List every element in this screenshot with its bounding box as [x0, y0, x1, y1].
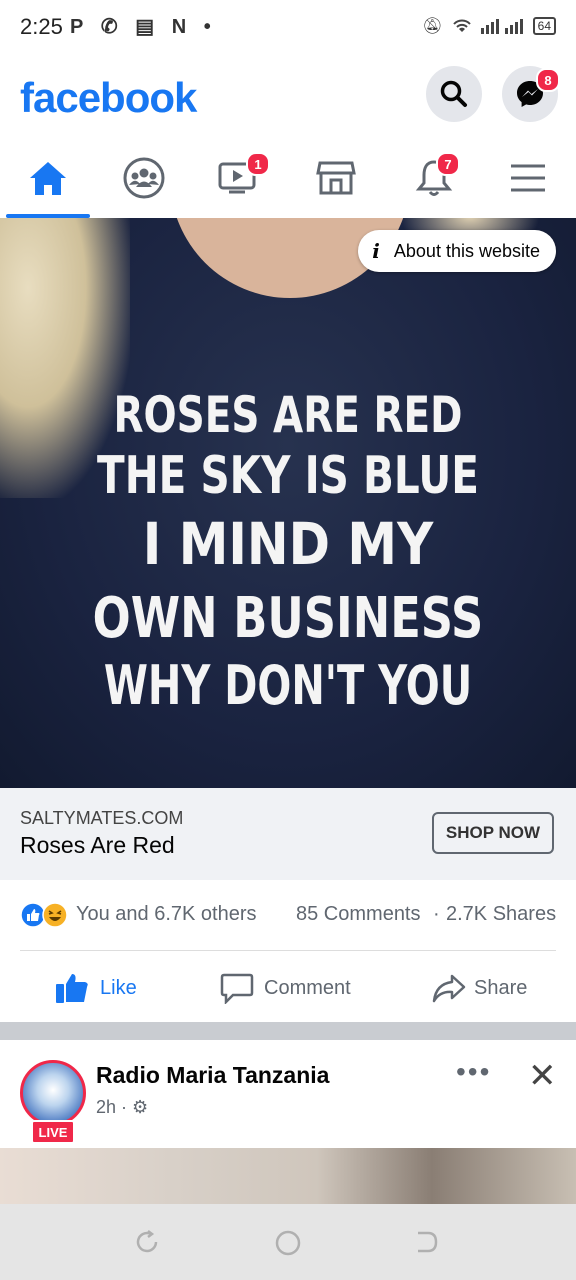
main-tabs: 1 7: [0, 140, 576, 219]
search-button[interactable]: [426, 66, 482, 122]
mute-icon: 🔕︎: [422, 18, 443, 35]
gear-icon: ⚙: [132, 1097, 149, 1117]
status-notification-icons: P ✆ ▤ N •: [70, 14, 223, 39]
share-icon: [432, 974, 466, 1003]
haha-reaction-icon: [42, 902, 68, 928]
like-button[interactable]: Like: [54, 955, 137, 1021]
shirt-line-3: I MIND MY: [142, 510, 434, 578]
watch-badge: 1: [246, 152, 270, 176]
recents-icon[interactable]: [134, 1230, 160, 1254]
marketplace-icon: [316, 161, 356, 195]
like-label: Like: [100, 976, 137, 999]
reactions-summary[interactable]: You and 6.7K others 85 Comments · 2.7K S…: [20, 900, 560, 930]
shirt-line-2: THE SKY IS BLUE: [97, 446, 479, 506]
like-icon: [56, 974, 88, 1003]
p-app-icon: P: [70, 16, 84, 38]
page-avatar[interactable]: [20, 1060, 86, 1126]
facebook-logo[interactable]: facebook: [20, 74, 197, 122]
shirt-line-5: WHY DON'T YOU: [103, 654, 473, 717]
groups-icon: [123, 157, 165, 199]
notifications-badge: 7: [436, 152, 460, 176]
comment-button[interactable]: Comment: [220, 955, 351, 1021]
battery-icon: 64: [532, 17, 556, 35]
status-system-icons: 🔕︎ 64: [422, 16, 556, 36]
close-icon[interactable]: ✕: [528, 1056, 557, 1096]
time-separator: ·: [121, 1097, 133, 1117]
menu-icon: [511, 164, 545, 192]
messenger-badge: 8: [536, 68, 560, 92]
whatsapp-icon: ✆: [100, 16, 118, 38]
back-icon[interactable]: [414, 1230, 440, 1254]
ad-title: Roses Are Red: [20, 832, 175, 858]
share-label: Share: [474, 976, 528, 999]
live-badge: LIVE: [31, 1120, 75, 1144]
ad-domain: SALTYMATES.COM: [20, 808, 184, 828]
status-time: 2:25: [20, 14, 63, 39]
comments-count[interactable]: 85 Comments: [296, 903, 421, 926]
shop-now-button[interactable]: SHOP NOW: [432, 812, 554, 854]
home-icon: [30, 162, 66, 195]
post-page-name[interactable]: Radio Maria Tanzania: [96, 1062, 329, 1089]
comment-label: Comment: [264, 976, 351, 999]
reactions-divider: [20, 950, 556, 951]
ad-image[interactable]: ROSES ARE RED THE SKY IS BLUE I MIND MY …: [0, 218, 576, 788]
system-nav-bar: [0, 1204, 576, 1280]
wifi-icon: [452, 19, 471, 32]
n-app-icon: N: [171, 16, 187, 38]
comment-icon: [220, 973, 254, 1004]
feed-separator: [0, 1022, 576, 1040]
more-options-icon[interactable]: •••: [456, 1056, 491, 1088]
dot-icon: •: [203, 16, 211, 38]
shirt-line-4: OWN BUSINESS: [92, 586, 484, 651]
signal-icon: [480, 19, 523, 34]
tab-menu[interactable]: [482, 140, 574, 216]
news-icon: ▤: [135, 16, 155, 38]
tab-marketplace[interactable]: [290, 140, 382, 216]
home-nav-icon[interactable]: [274, 1229, 302, 1257]
tab-notifications[interactable]: 7: [388, 140, 480, 216]
search-icon: [440, 80, 467, 107]
about-website-button[interactable]: i About this website: [358, 230, 556, 272]
post-timestamp: 2h · ⚙: [96, 1097, 148, 1118]
shares-count[interactable]: 2.7K Shares: [446, 903, 556, 926]
post-time: 2h: [96, 1097, 117, 1117]
tab-home[interactable]: [2, 140, 94, 218]
meta-separator: ·: [433, 903, 440, 925]
about-website-label: About this website: [393, 240, 540, 261]
share-button[interactable]: Share: [432, 955, 527, 1021]
tab-watch[interactable]: 1: [192, 140, 284, 216]
post-action-bar: Like Comment Share: [0, 955, 576, 1021]
tab-groups[interactable]: [98, 140, 190, 216]
shirt-line-1: ROSES ARE RED: [113, 386, 463, 444]
info-icon: i: [372, 239, 380, 263]
reactions-text: You and 6.7K others: [76, 903, 257, 925]
messenger-button[interactable]: 8: [502, 66, 560, 122]
post-media-preview[interactable]: [0, 1148, 576, 1204]
